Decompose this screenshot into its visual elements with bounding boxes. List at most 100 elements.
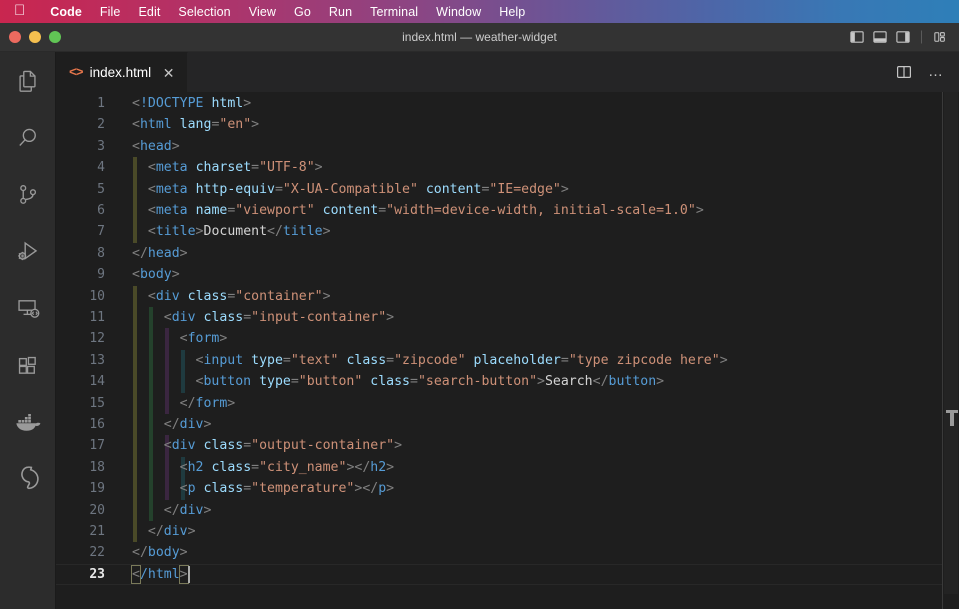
- code-line[interactable]: 1<!DOCTYPE html>: [56, 93, 959, 114]
- code-line[interactable]: 8</head>: [56, 243, 959, 264]
- code-line[interactable]: 11 <div class="input-container">: [56, 307, 959, 328]
- minimize-window-button[interactable]: [29, 31, 41, 43]
- code-editor[interactable]: 1<!DOCTYPE html>2<html lang="en">3<head>…: [56, 92, 959, 609]
- line-number: 2: [56, 114, 105, 135]
- activity-bar-item-run-and-debug[interactable]: [0, 223, 56, 280]
- close-icon[interactable]: ✕: [161, 66, 176, 80]
- code-token: content: [426, 182, 482, 197]
- menu-item-selection[interactable]: Selection: [169, 5, 239, 19]
- code-token: >: [386, 310, 394, 325]
- code-token: button: [203, 374, 251, 389]
- code-token: =: [251, 160, 259, 175]
- code-line-text: <form>: [132, 328, 227, 349]
- code-line[interactable]: 17 <div class="output-container">: [56, 435, 959, 456]
- activity-bar-item-remote-explorer[interactable]: [0, 280, 56, 337]
- code-token: p: [188, 481, 196, 496]
- activity-bar-item-extensions[interactable]: [0, 337, 56, 394]
- code-token: "search-button": [418, 374, 537, 389]
- code-token: [196, 438, 204, 453]
- code-token: <: [132, 267, 140, 282]
- code-line[interactable]: 14 <button type="button" class="search-b…: [56, 371, 959, 392]
- menu-item-window[interactable]: Window: [427, 5, 490, 19]
- toggle-primary-sidebar-icon[interactable]: [849, 30, 865, 45]
- code-line[interactable]: 3<head>: [56, 136, 959, 157]
- code-token: form: [188, 331, 220, 346]
- code-token: <: [148, 160, 156, 175]
- menu-item-help[interactable]: Help: [490, 5, 534, 19]
- tab-index-html[interactable]: <> index.html ✕: [56, 52, 188, 92]
- code-token: div: [156, 289, 180, 304]
- menu-item-file[interactable]: File: [91, 5, 130, 19]
- customize-layout-icon[interactable]: [932, 30, 948, 45]
- code-line[interactable]: 22</body>: [56, 542, 959, 563]
- code-line[interactable]: 15 </form>: [56, 393, 959, 414]
- toggle-panel-icon[interactable]: [872, 30, 888, 45]
- close-window-button[interactable]: [9, 31, 21, 43]
- run-debug-icon: [14, 238, 42, 266]
- code-line-text: </div>: [132, 500, 211, 521]
- menu-item-view[interactable]: View: [240, 5, 285, 19]
- code-token: >: [720, 353, 728, 368]
- minimap-slider[interactable]: [944, 92, 958, 594]
- code-line[interactable]: 10 <div class="container">: [56, 286, 959, 307]
- code-line-text: </html>: [132, 564, 188, 585]
- code-token: [196, 481, 204, 496]
- code-token: <: [148, 289, 156, 304]
- layout-divider: [921, 31, 922, 44]
- code-token: =: [410, 374, 418, 389]
- code-line[interactable]: 13 <input type="text" class="zipcode" pl…: [56, 350, 959, 371]
- code-line[interactable]: 23</html>: [56, 564, 959, 585]
- apple-logo-icon[interactable]: : [14, 3, 25, 18]
- code-token: =: [251, 460, 259, 475]
- split-editor-icon[interactable]: [891, 59, 917, 85]
- code-token: name: [196, 203, 228, 218]
- code-line[interactable]: 16 </div>: [56, 414, 959, 435]
- code-token: h2: [370, 460, 386, 475]
- code-line-text: <!DOCTYPE html>: [132, 93, 251, 114]
- toggle-secondary-sidebar-icon[interactable]: [895, 30, 911, 45]
- code-token: >: [203, 417, 211, 432]
- code-token: Search: [545, 374, 593, 389]
- line-number: 21: [56, 521, 105, 542]
- code-token: =: [243, 481, 251, 496]
- activity-bar-item-docker[interactable]: [0, 394, 56, 451]
- code-line[interactable]: 2<html lang="en">: [56, 114, 959, 135]
- activity-bar-item-explorer[interactable]: [0, 52, 56, 109]
- code-token: html: [140, 117, 172, 132]
- activity-bar-item-source-control[interactable]: [0, 166, 56, 223]
- code-line[interactable]: 5 <meta http-equiv="X-UA-Compatible" con…: [56, 179, 959, 200]
- menu-item-run[interactable]: Run: [320, 5, 361, 19]
- maximize-window-button[interactable]: [49, 31, 61, 43]
- code-line-text: </body>: [132, 542, 188, 563]
- code-line[interactable]: 20 </div>: [56, 500, 959, 521]
- menu-item-edit[interactable]: Edit: [129, 5, 169, 19]
- code-token: head: [148, 246, 180, 261]
- activity-bar-item-ollama[interactable]: [0, 451, 56, 508]
- code-line[interactable]: 9<body>: [56, 264, 959, 285]
- activity-bar-item-search[interactable]: [0, 109, 56, 166]
- code-token: title: [156, 224, 196, 239]
- remote-explorer-icon: [15, 295, 42, 322]
- code-line[interactable]: 12 <form>: [56, 328, 959, 349]
- code-line[interactable]: 4 <meta charset="UTF-8">: [56, 157, 959, 178]
- minimap[interactable]: [942, 92, 959, 609]
- line-number: 20: [56, 500, 105, 521]
- code-line-text: <input type="text" class="zipcode" place…: [132, 350, 728, 371]
- code-line[interactable]: 18 <h2 class="city_name"></h2>: [56, 457, 959, 478]
- code-line-text: <div class="output-container">: [132, 435, 402, 456]
- code-line[interactable]: 21 </div>: [56, 521, 959, 542]
- code-token: <: [148, 203, 156, 218]
- code-token: head: [140, 139, 172, 154]
- code-token: <: [164, 310, 172, 325]
- code-line[interactable]: 19 <p class="temperature"></p>: [56, 478, 959, 499]
- code-line[interactable]: 6 <meta name="viewport" content="width=d…: [56, 200, 959, 221]
- more-actions-icon[interactable]: …: [923, 59, 949, 85]
- menu-item-go[interactable]: Go: [285, 5, 320, 19]
- code-token: "zipcode": [394, 353, 465, 368]
- code-line[interactable]: 7 <title>Document</title>: [56, 221, 959, 242]
- code-token: "en": [219, 117, 251, 132]
- menu-item-terminal[interactable]: Terminal: [361, 5, 427, 19]
- code-token: >: [180, 246, 188, 261]
- code-token: <: [148, 182, 156, 197]
- menu-item-code[interactable]: Code: [41, 5, 91, 19]
